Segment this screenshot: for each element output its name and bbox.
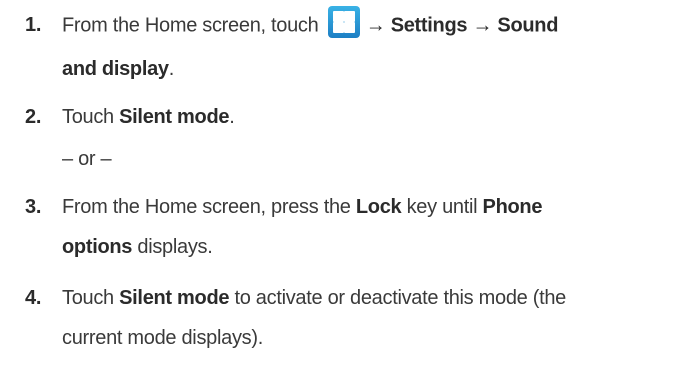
step-1-number: 1. <box>25 14 42 36</box>
step-4-text-2: to activate or deactivate this mode (the <box>234 287 566 309</box>
arrow-icon: → <box>365 14 386 37</box>
step-3-number: 3. <box>25 196 42 218</box>
step-2-number: 2. <box>25 106 42 128</box>
period: . <box>229 106 235 128</box>
and-display-label: and display <box>62 58 169 80</box>
step-1-text: From the Home screen, touch <box>62 14 319 37</box>
step-2-text: Touch <box>62 106 114 128</box>
step-3-line-1: From the Home screen, press the Lock key… <box>62 196 542 219</box>
lock-label: Lock <box>355 196 402 218</box>
settings-label: Settings <box>390 14 468 37</box>
step-1-line-2: and display. <box>62 58 174 81</box>
step-1-line-1: From the Home screen, touch → Settings →… <box>62 6 559 38</box>
apps-grid-icon <box>327 6 360 38</box>
phone-label: Phone <box>482 196 543 218</box>
silent-mode-label: Silent mode <box>119 287 230 309</box>
step-4-line-2: current mode displays). <box>62 327 263 350</box>
or-separator: – or – <box>62 148 112 170</box>
step-4-text-3: current mode displays). <box>62 327 263 349</box>
arrow-icon: → <box>472 14 493 37</box>
silent-mode-label: Silent mode <box>119 106 230 128</box>
step-4-text: Touch <box>62 287 114 309</box>
step-3-line-2: options displays. <box>62 236 213 259</box>
period: . <box>168 58 175 80</box>
sound-label: Sound <box>497 14 559 37</box>
step-3-text: From the Home screen, press the <box>62 196 351 218</box>
step-3-text-3: displays. <box>137 236 213 258</box>
step-3-text-2: key until <box>406 196 478 218</box>
step-4-number: 4. <box>25 287 42 309</box>
instruction-document: 1. From the Home screen, touch → Setting… <box>0 0 683 365</box>
step-4-line-1: Touch Silent mode to activate or deactiv… <box>62 287 566 310</box>
options-label: options <box>62 236 133 258</box>
step-2-line-1: Touch Silent mode. <box>62 106 235 129</box>
